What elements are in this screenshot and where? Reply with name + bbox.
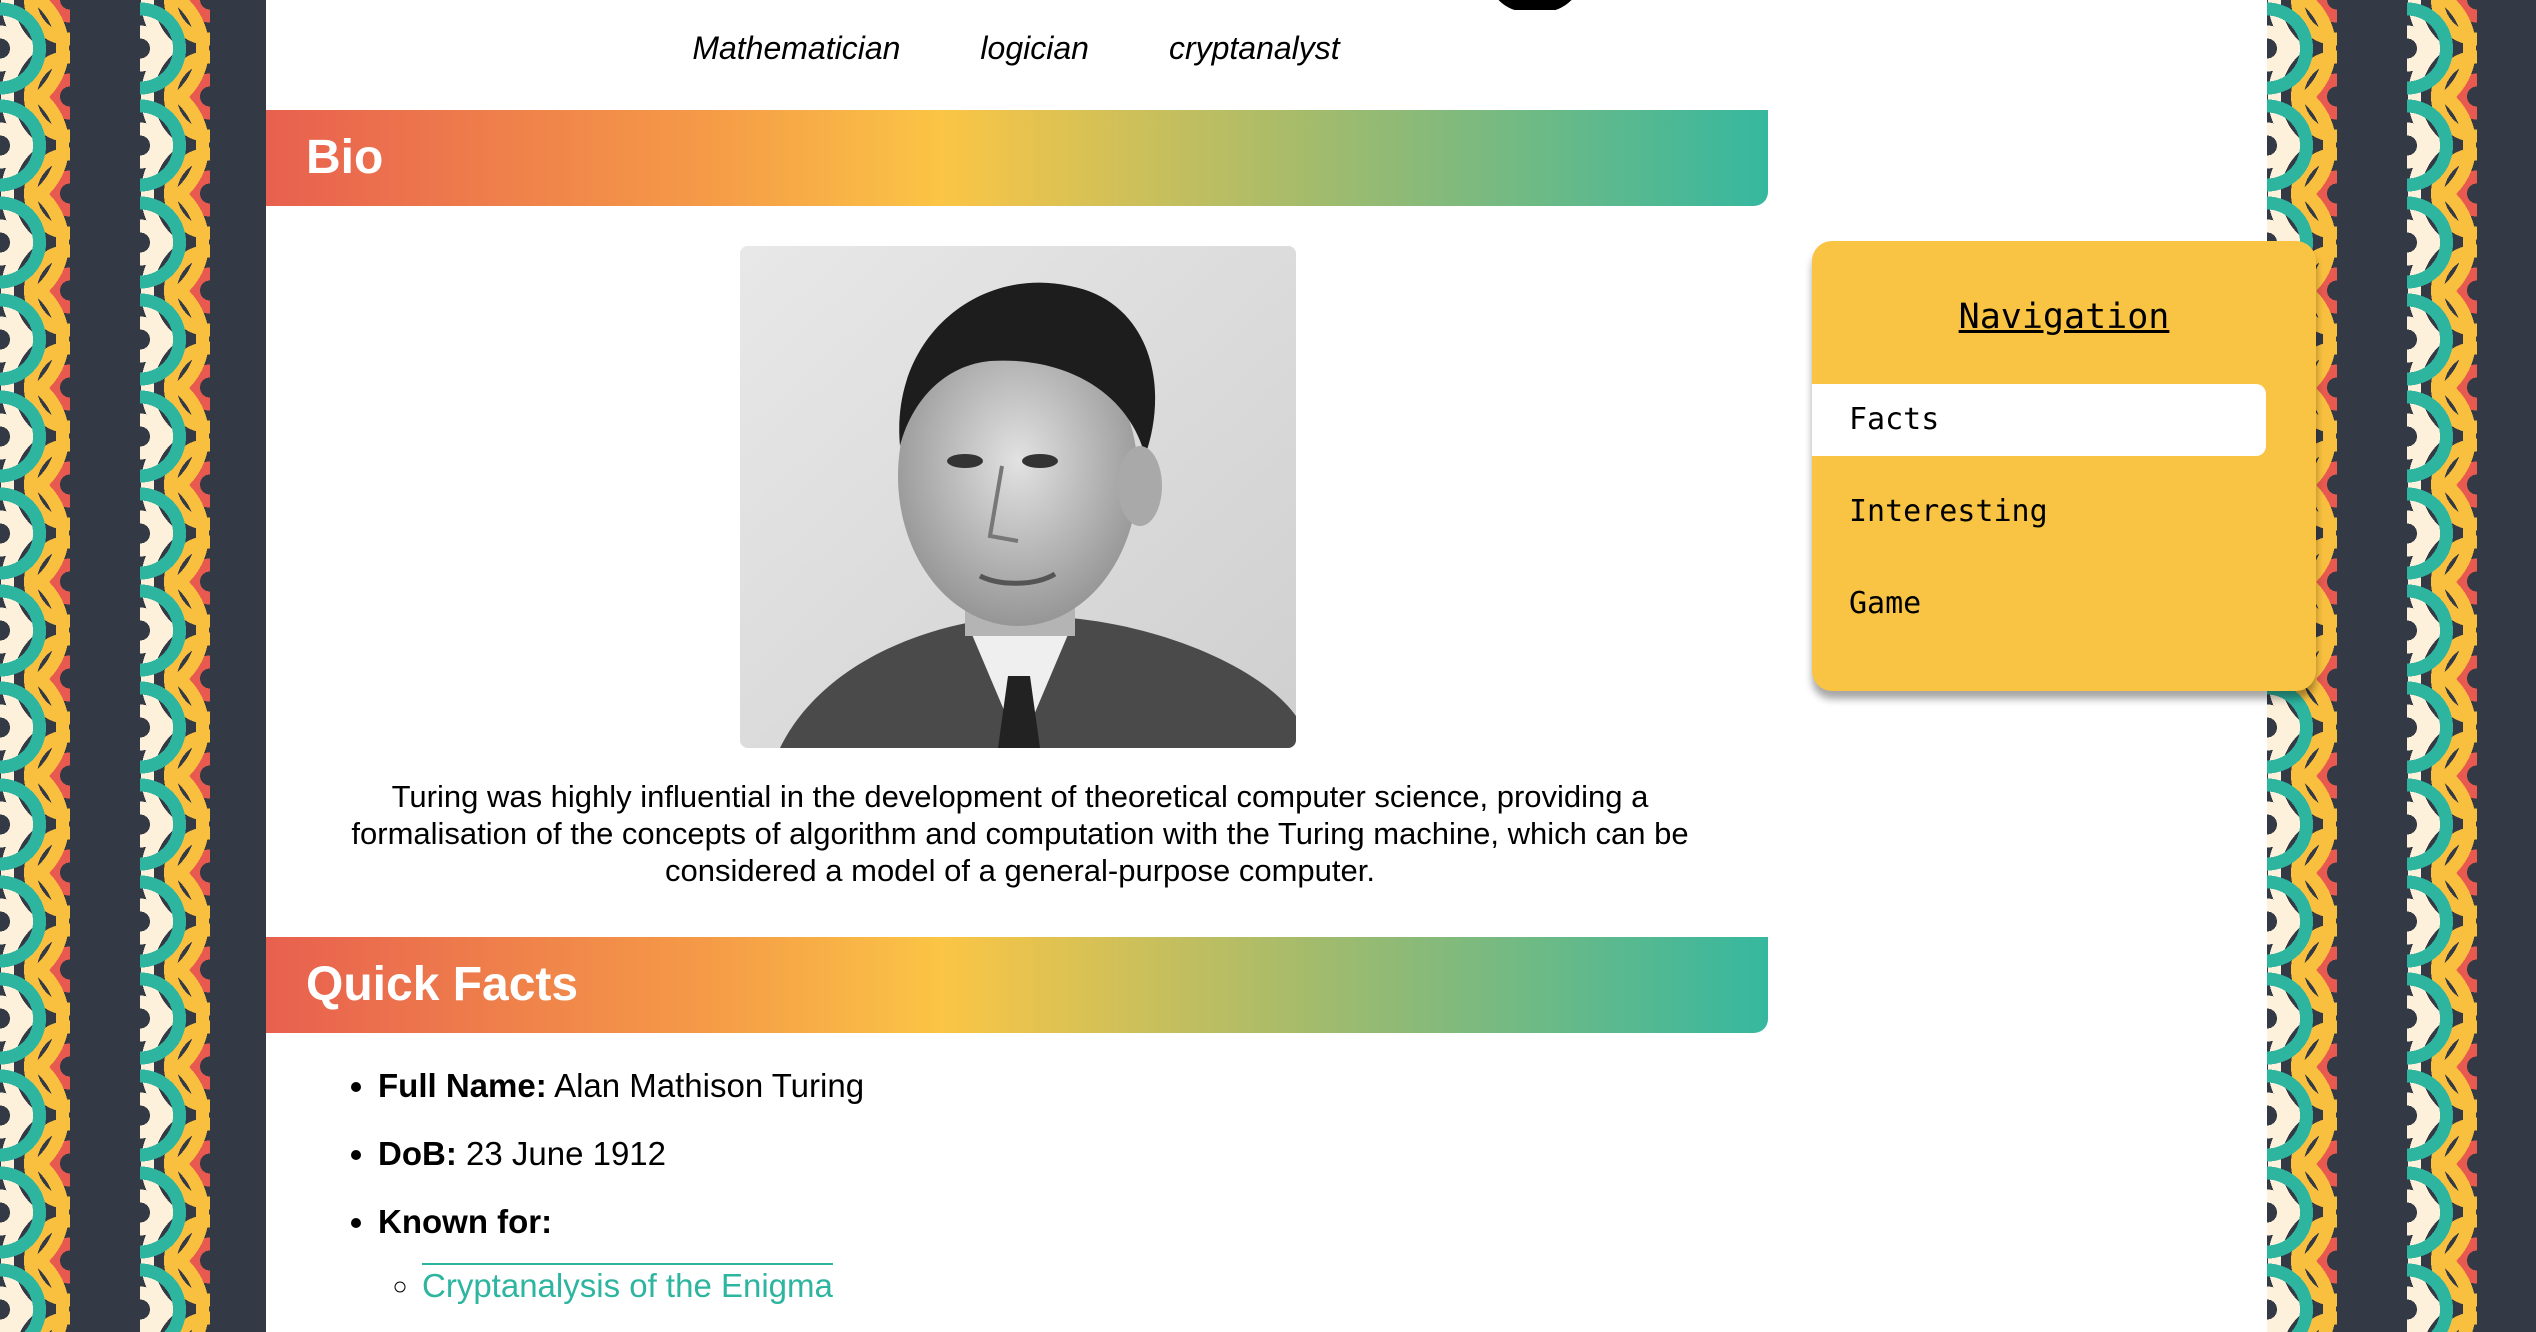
decorative-wave-left — [0, 0, 266, 1332]
nav-item-game[interactable]: Game — [1812, 568, 2266, 640]
fact-label: Known for: — [378, 1203, 553, 1240]
fact-label: DoB: — [378, 1135, 457, 1172]
subtitle-item: cryptanalyst — [1168, 30, 1340, 66]
bio-section-heading: Bio — [266, 110, 1768, 206]
nav-item-facts[interactable]: Facts — [1812, 384, 2266, 456]
fact-known-for: Known for: Cryptanalysis of the Enigma — [378, 1202, 864, 1306]
page-title-cutoff — [1465, 0, 1585, 10]
fact-label: Full Name: — [378, 1067, 547, 1104]
portrait-photo — [740, 246, 1296, 748]
fact-value: Alan Mathison Turing — [554, 1067, 865, 1104]
subtitle-occupations: Mathematician logician cryptanalyst — [266, 30, 1766, 74]
fact-dob: DoB: 23 June 1912 — [378, 1134, 864, 1174]
fact-value: 23 June 1912 — [465, 1135, 666, 1172]
bio-paragraph: Turing was highly influential in the dev… — [351, 779, 1689, 888]
known-for-list: Cryptanalysis of the Enigma — [378, 1263, 864, 1306]
known-for-link-enigma[interactable]: Cryptanalysis of the Enigma — [422, 1263, 833, 1304]
quick-facts-section-heading: Quick Facts — [266, 937, 1768, 1033]
navigation-title[interactable]: Navigation — [1812, 297, 2316, 337]
nav-item-interesting[interactable]: Interesting — [1812, 476, 2266, 548]
navigation-panel: Navigation Facts Interesting Game — [1812, 241, 2316, 691]
fact-full-name: Full Name: Alan Mathison Turing — [378, 1066, 864, 1106]
known-for-item: Cryptanalysis of the Enigma — [422, 1263, 864, 1306]
title-glyph-fragment — [1487, 0, 1583, 10]
quick-facts-list: Full Name: Alan Mathison Turing DoB: 23 … — [340, 1066, 864, 1332]
subtitle-item: logician — [980, 30, 1089, 66]
subtitle-item: Mathematician — [692, 30, 901, 66]
